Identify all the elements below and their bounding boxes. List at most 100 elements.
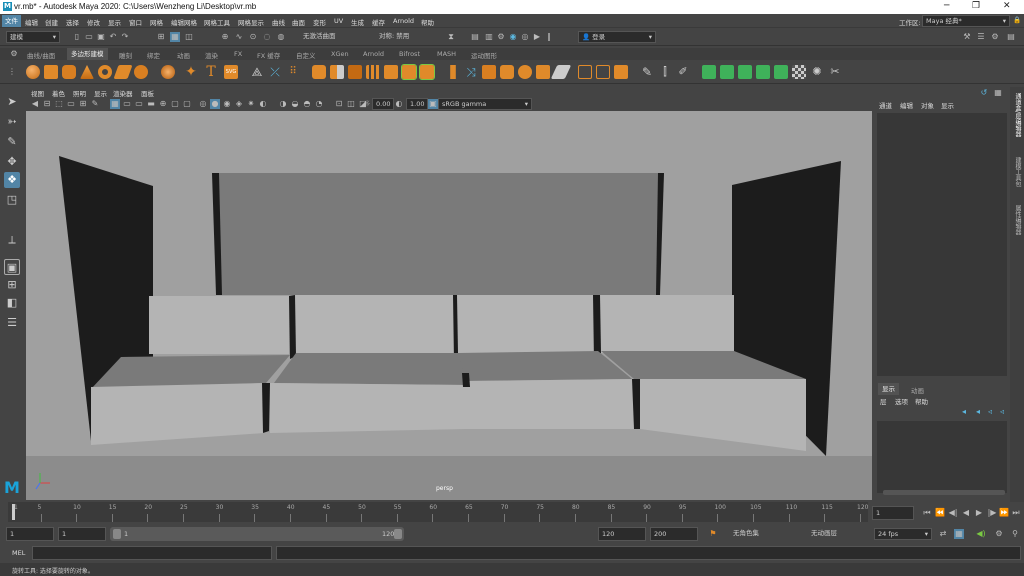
menu-create[interactable]: 创建 <box>45 17 58 27</box>
extrude-icon[interactable] <box>401 64 417 80</box>
channelbox-menu-edit[interactable]: 编辑 <box>900 100 913 110</box>
green-layout-icon[interactable] <box>774 65 788 79</box>
channel-box-icon[interactable]: ▤ <box>1006 32 1016 42</box>
current-frame-field[interactable]: 1 <box>872 506 914 520</box>
anim-layer-dropdown[interactable]: 无动画层 <box>808 528 868 540</box>
range-handle-start[interactable] <box>113 529 121 539</box>
channelbox-rotate-icon[interactable]: ↺ <box>979 88 989 98</box>
step-forward-key-icon[interactable]: ⏩ <box>999 508 1009 518</box>
separate-icon[interactable]: ⤫ <box>268 65 282 79</box>
layer-move-down-icon[interactable]: ◃ <box>997 407 1007 417</box>
camera-select-icon[interactable]: ◀ <box>30 99 40 109</box>
snap-view-icon[interactable]: ◌ <box>262 32 272 42</box>
menu-uv[interactable]: UV <box>334 17 343 25</box>
poly-plane-icon[interactable] <box>113 65 133 79</box>
sidetab-modeling-toolkit[interactable]: 建模工具包 <box>1012 157 1022 187</box>
poly-cube-icon[interactable] <box>44 65 58 79</box>
menu-mesh[interactable]: 网格 <box>150 17 163 27</box>
poly-torus-icon[interactable] <box>98 65 112 79</box>
undo-icon[interactable]: ↶ <box>108 32 118 42</box>
menu-mesh-display[interactable]: 网格显示 <box>238 17 264 27</box>
grease-pencil-icon[interactable]: ✎ <box>90 99 100 109</box>
minimize-icon[interactable]: ─ <box>944 1 949 11</box>
motion-blur-icon[interactable]: ◒ <box>290 99 300 109</box>
menu-select[interactable]: 选择 <box>66 17 79 27</box>
field-chart-icon[interactable]: ⊕ <box>158 99 168 109</box>
render-icon[interactable]: ▤ <box>470 32 480 42</box>
layer-scrollbar[interactable] <box>883 490 1005 495</box>
end-frame-field[interactable]: 200 <box>650 527 698 541</box>
loop-icon[interactable]: ⇄ <box>938 529 948 539</box>
channelbox-menu-show[interactable]: 显示 <box>941 100 954 110</box>
layer-menu-help[interactable]: 帮助 <box>915 396 928 406</box>
shelf-tab-fx[interactable]: FX <box>234 50 242 58</box>
xray-icon[interactable]: ◫ <box>346 99 356 109</box>
combine-icon[interactable]: ⟁ <box>250 65 264 79</box>
new-layer-selected-icon[interactable]: ◂ <box>973 407 983 417</box>
ambient-occlusion-icon[interactable]: ◑ <box>278 99 288 109</box>
poly-cylinder-icon[interactable] <box>62 65 76 79</box>
exposure-field[interactable]: 0.00 <box>372 98 394 110</box>
green-cube-icon[interactable] <box>702 65 716 79</box>
attribute-editor-icon[interactable]: ☰ <box>976 32 986 42</box>
two-view-icon[interactable]: ◧ <box>4 295 20 311</box>
shelf-tab-xgen[interactable]: XGen <box>331 50 349 58</box>
step-back-key-icon[interactable]: ⏪ <box>935 508 945 518</box>
channelbox-menu-object[interactable]: 对象 <box>921 100 934 110</box>
channelbox-menu-channels[interactable]: 通道 <box>879 100 892 110</box>
redo-icon[interactable]: ↷ <box>120 32 130 42</box>
menu-surfaces[interactable]: 曲面 <box>292 17 305 27</box>
use-all-lights-icon[interactable]: ✷ <box>246 99 256 109</box>
panel-menu-show[interactable]: 显示 <box>94 88 107 98</box>
svg-tool-icon[interactable]: SVG <box>224 65 238 79</box>
menu-windows[interactable]: 窗口 <box>129 17 142 27</box>
shelf-tab-curves[interactable]: 曲线/曲面 <box>27 50 55 60</box>
multisample-icon[interactable]: ◓ <box>302 99 312 109</box>
poly-cone-icon[interactable] <box>80 65 94 79</box>
colorspace-dropdown[interactable]: sRGB gamma ▾ <box>438 98 532 110</box>
login-dropdown[interactable]: 👤 登录 ▾ <box>578 31 656 43</box>
green-split-icon[interactable] <box>720 65 734 79</box>
green-unfold-icon[interactable] <box>756 65 770 79</box>
poly-sphere-icon[interactable] <box>26 65 40 79</box>
camera-map-icon[interactable] <box>614 65 628 79</box>
auto-map-icon[interactable] <box>596 65 610 79</box>
shelf-tab-rendering[interactable]: 渲染 <box>205 50 218 60</box>
shelf-tab-bifrost[interactable]: Bifrost <box>399 50 420 58</box>
panel-menu-view[interactable]: 视图 <box>31 88 44 98</box>
soft-select-icon[interactable] <box>536 65 550 79</box>
poly-disc-icon[interactable] <box>134 65 148 79</box>
step-back-frame-icon[interactable]: ◀| <box>948 508 958 518</box>
hypershade-icon[interactable]: ◉ <box>508 32 518 42</box>
command-input[interactable] <box>32 546 272 560</box>
mirror-icon[interactable] <box>312 65 326 79</box>
cut-uv-icon[interactable]: ✂ <box>828 65 842 79</box>
gamma-field[interactable]: 1.00 <box>406 98 428 110</box>
range-handle-end[interactable] <box>394 529 402 539</box>
audio-icon[interactable]: ◀) <box>976 529 986 539</box>
layer-tab-display[interactable]: 显示 <box>878 383 899 395</box>
render-settings-icon[interactable]: ⚙ <box>496 32 506 42</box>
extract-icon[interactable] <box>348 65 362 79</box>
shelf-tab-custom[interactable]: 自定义 <box>296 50 316 60</box>
panel-menu-shading[interactable]: 着色 <box>52 88 65 98</box>
new-layer-icon[interactable]: ◂ <box>959 407 969 417</box>
uv-editor-icon[interactable] <box>550 65 572 79</box>
play-backward-icon[interactable]: ◀ <box>961 508 971 518</box>
gate-mask-icon[interactable]: ▬ <box>146 99 156 109</box>
menu-modify[interactable]: 修改 <box>87 17 100 27</box>
menu-file[interactable]: 文件 <box>2 15 21 27</box>
rotate-tool-icon[interactable]: ❖ <box>4 172 20 188</box>
shelf-tab-rigging[interactable]: 绑定 <box>147 50 160 60</box>
sweep-mesh-icon[interactable]: ✦ <box>184 65 198 79</box>
single-view-icon[interactable]: ▣ <box>4 259 20 275</box>
shelf-tab-motion-graphics[interactable]: 运动图形 <box>471 50 497 60</box>
boolean-icon[interactable] <box>330 65 344 79</box>
mel-label[interactable]: MEL <box>12 549 25 557</box>
animation-prefs-icon[interactable]: ⚙ <box>994 529 1004 539</box>
shelf-settings-icon[interactable]: ⚙ <box>9 49 19 59</box>
select-component-icon[interactable]: ◫ <box>184 32 194 42</box>
sidetab-attribute-editor[interactable]: 属性编辑器 <box>1012 205 1022 235</box>
layer-menu-options[interactable]: 选项 <box>895 396 908 406</box>
wireframe-on-shaded-icon[interactable]: ◉ <box>222 99 232 109</box>
